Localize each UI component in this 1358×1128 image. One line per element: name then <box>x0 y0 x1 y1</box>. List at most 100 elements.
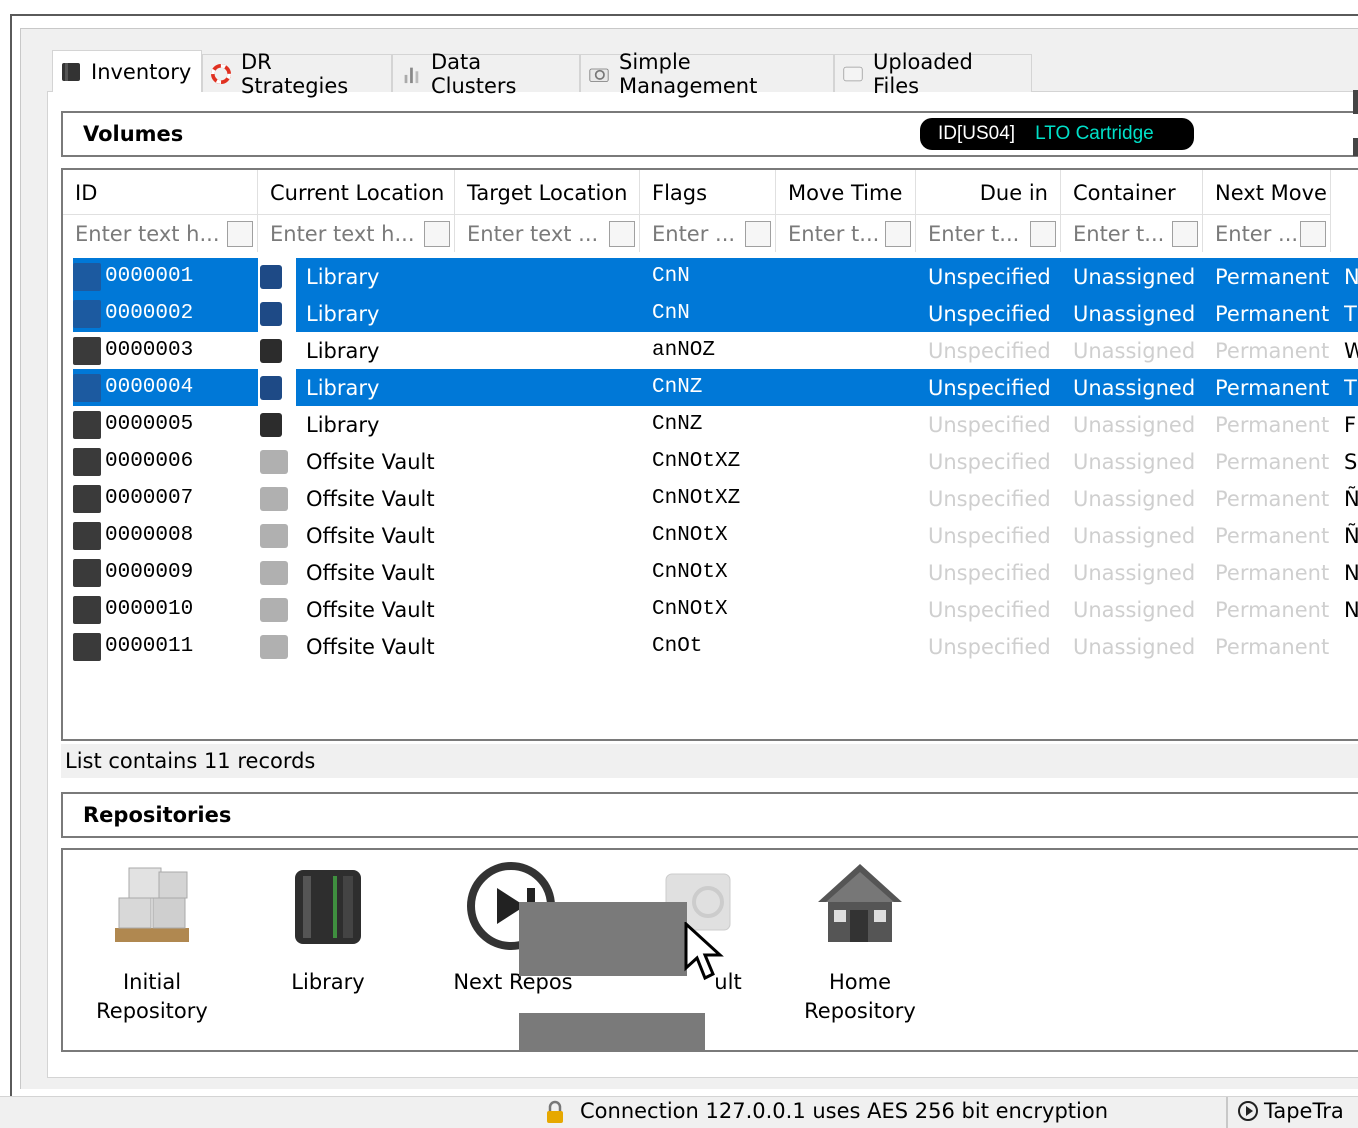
tab-uploaded-files[interactable]: Uploaded Files <box>834 50 1032 98</box>
filter-icon[interactable] <box>609 221 635 247</box>
cell-id-text: 0000007 <box>105 487 194 510</box>
cell-next-move-text: Permanent <box>1215 412 1330 437</box>
filter-input-container[interactable]: Enter t... <box>1061 214 1203 252</box>
app-name: TapeTra <box>1264 1099 1344 1123</box>
tapetrack-status[interactable]: TapeTra <box>1238 1099 1344 1123</box>
cell-extra-text: S <box>1344 449 1358 474</box>
window-icon <box>843 66 863 81</box>
tape-icon <box>73 521 101 550</box>
column-header-due-in[interactable]: Due in <box>916 170 1061 216</box>
table-row[interactable]: 0000009 Offsite Vault CnNOtX Unspecified Una… <box>63 554 1358 591</box>
cell-id: 0000009 <box>73 554 258 591</box>
cell-container: Unassigned <box>1073 443 1203 480</box>
table-row[interactable]: 0000006 Offsite Vault CnNOtXZ Unspecified Un… <box>63 443 1358 480</box>
column-header-next-move[interactable]: Next Move <box>1203 170 1331 216</box>
column-label: ID <box>75 181 98 205</box>
scroll-edge <box>1353 90 1358 114</box>
repository-initial[interactable]: Initial Repository <box>77 858 227 1026</box>
filter-icon[interactable] <box>424 221 450 247</box>
table-row[interactable]: 0000010 Offsite Vault CnNOtX Unspecified Una… <box>63 591 1358 628</box>
filter-icon[interactable] <box>1172 221 1198 247</box>
filter-input-current-location[interactable]: Enter text h... <box>258 214 455 252</box>
cell-container: Unassigned <box>1073 480 1203 517</box>
cell-container-text: Unassigned <box>1073 412 1196 437</box>
cell-next-move-text: Permanent <box>1215 634 1330 659</box>
filter-input-flags[interactable]: Enter ... <box>640 214 776 252</box>
cell-id-text: 0000011 <box>105 635 194 658</box>
cell-next-move-text: Permanent <box>1215 449 1330 474</box>
cell-id: 0000004 <box>73 369 258 406</box>
column-header-move-time[interactable]: Move Time <box>776 170 916 216</box>
cell-container: Unassigned <box>1073 295 1203 332</box>
table-row[interactable]: 0000001 Library CnN Unspecified Unassigned Pe… <box>63 258 1358 295</box>
tab-simple-management[interactable]: Simple Management <box>580 50 834 98</box>
tape-icon <box>73 632 101 661</box>
cell-container-text: Unassigned <box>1073 375 1196 400</box>
table-row[interactable]: 0000002 Library CnN Unspecified Unassigned Pe… <box>63 295 1358 332</box>
cell-due-in: Unspecified <box>928 295 1058 332</box>
table-row[interactable]: 0000008 Offsite Vault CnNOtX Unspecified Una… <box>63 517 1358 554</box>
table-row[interactable]: 0000004 Library CnNZ Unspecified Unassigned P… <box>63 369 1358 406</box>
cell-id: 0000001 <box>73 258 258 295</box>
filter-icon[interactable] <box>885 221 911 247</box>
cell-container-text: Unassigned <box>1073 338 1196 363</box>
cell-next-move-text: Permanent <box>1215 264 1330 289</box>
filter-input-next-move[interactable]: Enter ... <box>1203 214 1331 252</box>
cell-due-in: Unspecified <box>928 258 1058 295</box>
column-header-id[interactable]: ID <box>63 170 258 216</box>
filter-icon[interactable] <box>227 221 253 247</box>
cell-location-text: Offsite Vault <box>306 597 435 622</box>
filter-input-target-location[interactable]: Enter text ... <box>455 214 640 252</box>
cell-id: 0000010 <box>73 591 258 628</box>
filter-input-move-time[interactable]: Enter t... <box>776 214 916 252</box>
column-label: Target Location <box>467 181 628 205</box>
column-header-flags[interactable]: Flags <box>640 170 776 216</box>
repositories-title: Repositories <box>83 803 232 827</box>
cell-flags: CnOt <box>652 628 776 665</box>
cell-flags-text: CnN <box>652 302 690 325</box>
filter-input-due-in[interactable]: Enter t... <box>916 214 1061 252</box>
filter-icon[interactable] <box>1030 221 1056 247</box>
cell-id-text: 0000006 <box>105 450 194 473</box>
cell-location-text: Library <box>306 301 380 326</box>
repository-home[interactable]: Home Repository <box>785 858 935 1026</box>
repository-label: Home <box>828 970 891 994</box>
column-header-current-location[interactable]: Current Location <box>258 170 455 216</box>
boxes-icon <box>115 867 189 942</box>
volumes-grid[interactable]: ID Current Location Target Location Flag… <box>61 168 1358 741</box>
library-icon <box>260 301 282 326</box>
cell-flags: CnNOtX <box>652 554 776 591</box>
tab-inventory[interactable]: Inventory <box>52 50 202 92</box>
window-border-top <box>10 14 1358 16</box>
tab-dr-strategies[interactable]: DR Strategies <box>202 50 392 98</box>
cell-due-in: Unspecified <box>928 369 1058 406</box>
cell-location-icon <box>260 517 298 554</box>
table-row[interactable]: 0000007 Offsite Vault CnNOtXZ Unspecified Un… <box>63 480 1358 517</box>
table-row[interactable]: 0000003 Library anNOZ Unspecified Unassigned… <box>63 332 1358 369</box>
cell-next-move: Permanent <box>1215 332 1335 369</box>
filter-placeholder: Enter text h... <box>75 221 220 246</box>
tab-data-clusters[interactable]: Data Clusters <box>392 50 580 98</box>
filter-input-id[interactable]: Enter text h... <box>63 214 258 252</box>
cell-due-in: Unspecified <box>928 443 1058 480</box>
cell-container: Unassigned <box>1073 628 1203 665</box>
tape-icon <box>73 595 101 624</box>
column-header-container[interactable]: Container <box>1061 170 1203 216</box>
cell-extra: T <box>1344 369 1358 406</box>
status-bar: Connection 127.0.0.1 uses AES 256 bit en… <box>0 1096 1358 1128</box>
column-header-target-location[interactable]: Target Location <box>455 170 640 216</box>
tape-icon <box>73 447 101 476</box>
cell-location-text: Offsite Vault <box>306 486 435 511</box>
cell-due-in-text: Unspecified <box>928 412 1051 437</box>
filter-icon[interactable] <box>745 221 771 247</box>
cell-next-move: Permanent <box>1215 480 1335 517</box>
table-row[interactable]: 0000011 Offsite Vault CnOt Unspecified Unass… <box>63 628 1358 665</box>
tab-label: Inventory <box>91 59 192 84</box>
table-row[interactable]: 0000005 Library CnNZ Unspecified Unassigned P… <box>63 406 1358 443</box>
cell-id: 0000011 <box>73 628 258 665</box>
cell-container: Unassigned <box>1073 332 1203 369</box>
repository-library[interactable]: Library <box>253 858 403 997</box>
cell-next-move-text: Permanent <box>1215 523 1330 548</box>
filter-icon[interactable] <box>1300 221 1326 247</box>
cell-due-in-text: Unspecified <box>928 301 1051 326</box>
